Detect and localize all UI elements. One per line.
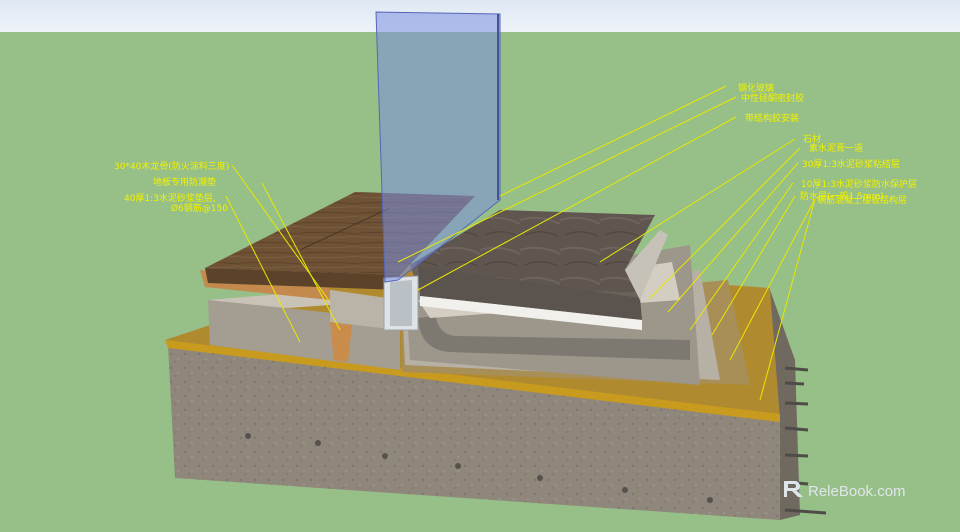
- detail-section-scene: 钢化玻璃 中性硅酮密封胶 带结构胶安装 石材 素水泥膏一道 30厚1:3水泥砂浆…: [0, 0, 960, 532]
- label-structural-adhesive: 带结构胶安装: [745, 112, 799, 124]
- label-moisture-pad: 地板专用防潮垫: [153, 176, 216, 188]
- channel-slot: [390, 280, 412, 326]
- label-cement-paste: 素水泥膏一道: [809, 142, 863, 154]
- label-tempered-glass: 钢化玻璃: [738, 82, 774, 94]
- label-mortar-cushion: 40厚1:3水泥砂浆垫层,: [124, 192, 216, 204]
- label-silicone-sealant: 中性硅酮密封胶: [741, 92, 804, 104]
- label-mortar-bond-layer: 30厚1:3水泥砂浆粘结层: [802, 158, 900, 170]
- label-wood-keel: 30*40木龙骨(防火涂料三度): [114, 160, 229, 172]
- watermark-text: RelеBook.com: [808, 483, 906, 500]
- label-rebar: Ø6钢筋@150: [171, 202, 228, 214]
- label-waterproof-protection: 10厚1:3水泥砂浆防水保护层: [801, 178, 917, 190]
- label-concrete-slab: 钢筋混凝土楼板结构层: [817, 194, 907, 206]
